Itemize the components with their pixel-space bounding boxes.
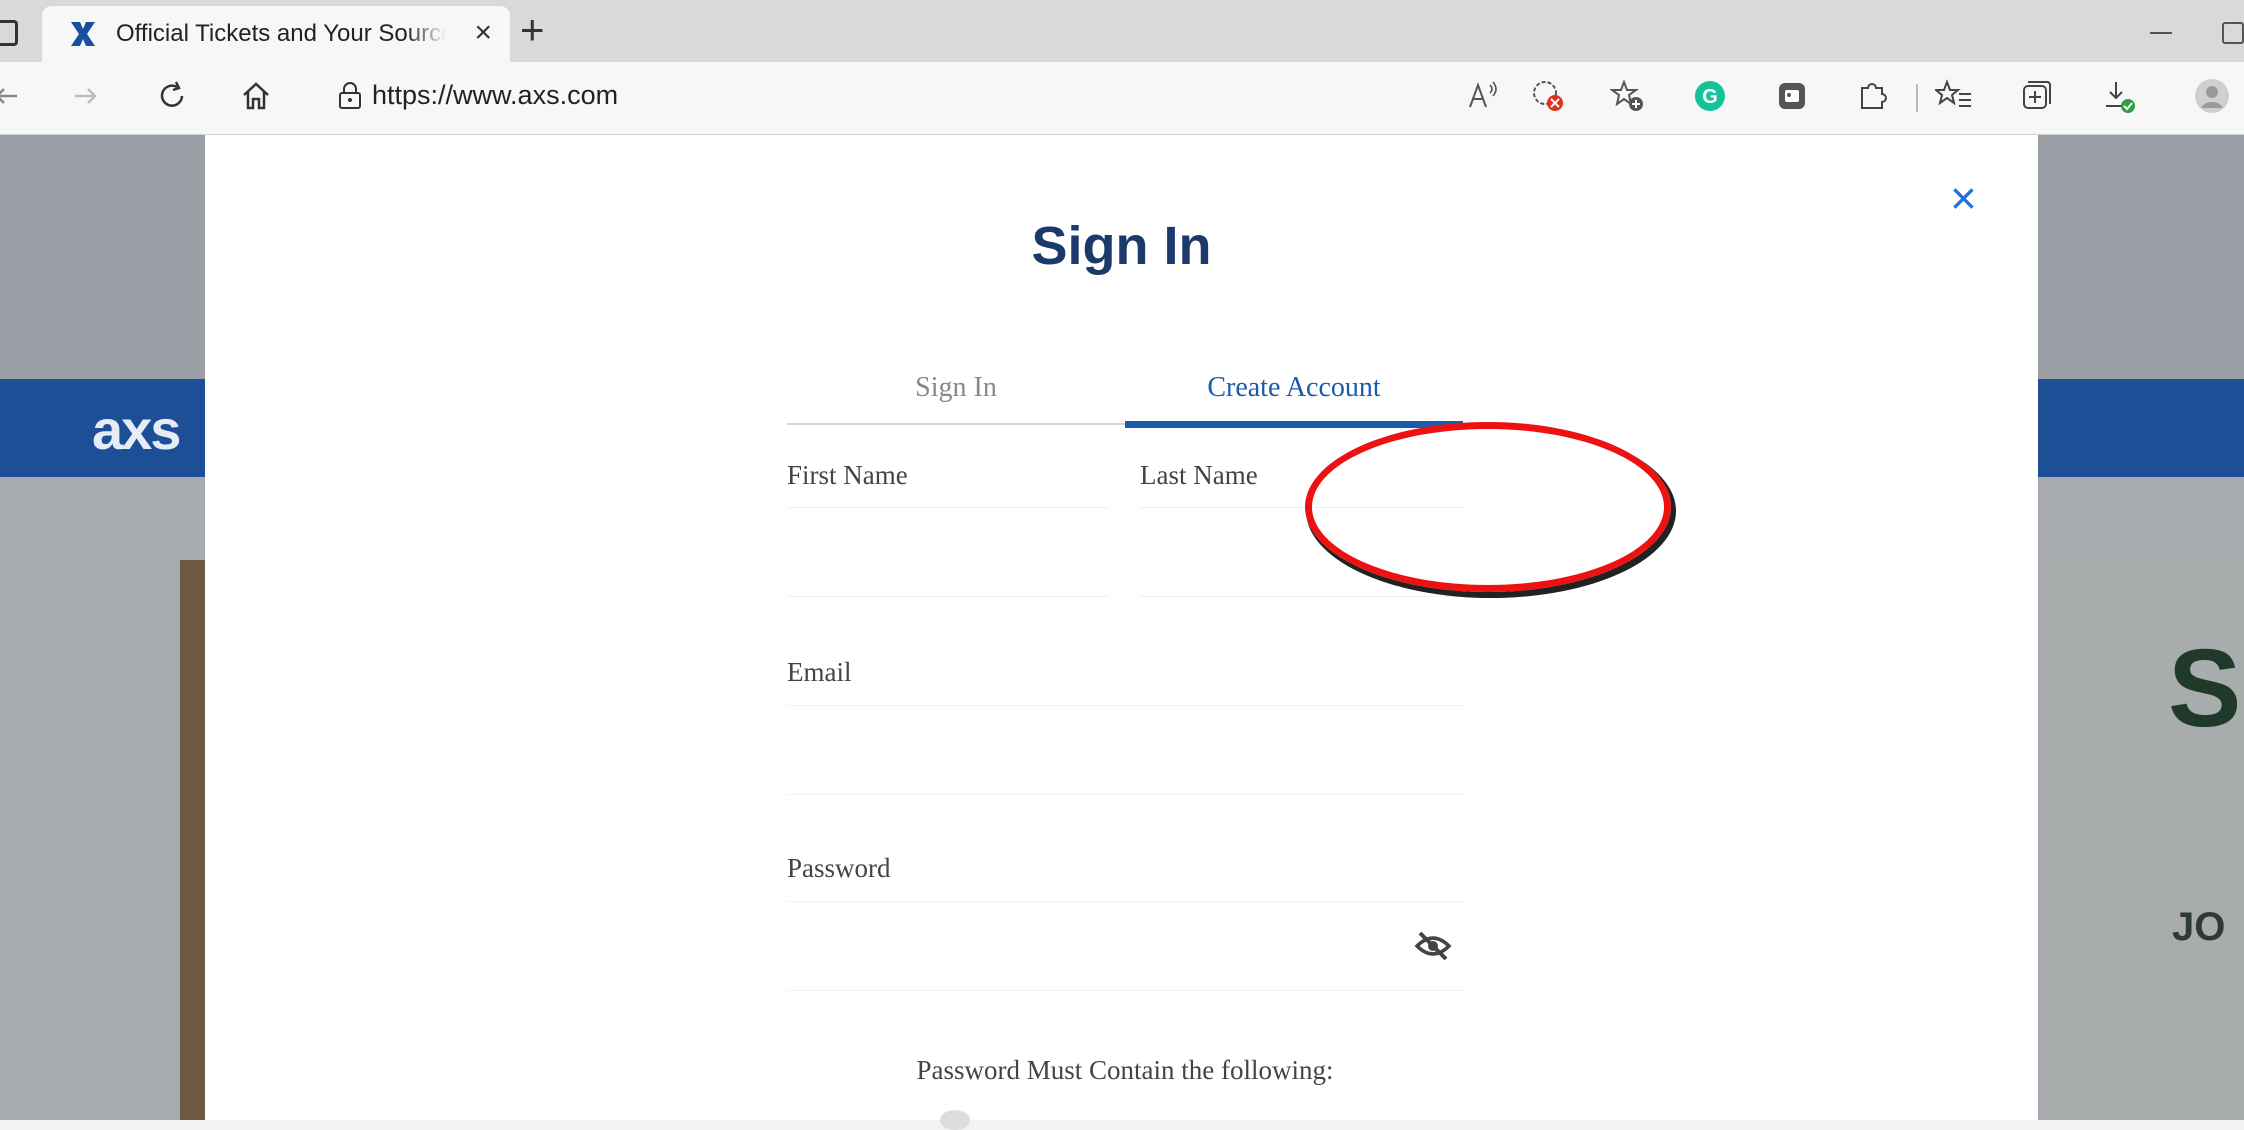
first-name-input[interactable] <box>787 507 1109 597</box>
active-tab-indicator <box>1125 421 1463 428</box>
axs-favicon <box>66 17 100 51</box>
collections-icon[interactable] <box>2016 76 2056 116</box>
sign-in-modal: × Sign In Sign In Create Account First N… <box>205 135 2038 1130</box>
password-input[interactable] <box>787 901 1463 991</box>
cookie-blocked-icon[interactable] <box>1528 76 1568 116</box>
address-bar[interactable]: https://www.axs.com <box>372 80 618 111</box>
tab-sign-in[interactable]: Sign In <box>787 353 1125 423</box>
home-icon[interactable] <box>236 76 276 116</box>
browser-tab-bar: Official Tickets and Your Source f × + <box>0 0 2244 62</box>
add-favorite-icon[interactable] <box>1608 76 1648 116</box>
minimize-icon[interactable] <box>2150 32 2172 34</box>
email-input[interactable] <box>787 705 1463 795</box>
grammarly-icon[interactable]: G <box>1690 76 1730 116</box>
tab-actions-icon[interactable] <box>0 14 18 46</box>
modal-title: Sign In <box>1031 216 1212 276</box>
new-tab-button[interactable]: + <box>520 8 545 52</box>
read-aloud-icon[interactable] <box>1464 76 1504 116</box>
browser-toolbar: https://www.axs.com G <box>0 62 2244 135</box>
last-name-label: Last Name <box>1140 460 1258 490</box>
promo-letter: S <box>2168 627 2242 750</box>
promo-text: JO <box>2172 905 2226 949</box>
password-label: Password <box>787 853 891 883</box>
site-logo: axs <box>92 398 181 461</box>
tab-title: Official Tickets and Your Source f <box>116 20 446 47</box>
forward-arrow-icon[interactable] <box>66 76 106 116</box>
maximize-icon[interactable] <box>2222 22 2244 44</box>
favorites-icon[interactable] <box>1934 76 1974 116</box>
toolbar-divider <box>1916 84 1918 112</box>
lock-icon[interactable] <box>330 76 370 116</box>
browser-tab[interactable]: Official Tickets and Your Source f × <box>42 6 510 62</box>
reload-icon[interactable] <box>152 76 192 116</box>
back-arrow-icon[interactable] <box>0 76 26 116</box>
tab-close-icon[interactable]: × <box>474 18 492 48</box>
first-name-label: First Name <box>787 460 908 490</box>
email-label: Email <box>787 657 852 687</box>
password-requirements-heading: Password Must Contain the following: <box>916 1055 1334 1085</box>
auth-tabs: Sign In Create Account <box>787 353 1463 428</box>
tab-create-account[interactable]: Create Account <box>1125 353 1463 423</box>
downloads-icon[interactable] <box>2100 76 2140 116</box>
password-rule-indicator <box>940 1110 970 1130</box>
profile-icon[interactable] <box>2192 76 2232 116</box>
extension-icon[interactable] <box>1772 76 1812 116</box>
extensions-puzzle-icon[interactable] <box>1852 76 1892 116</box>
svg-text:G: G <box>1702 86 1718 108</box>
eye-slash-icon[interactable] <box>1411 924 1455 968</box>
annotation-highlight-ellipse <box>1305 422 1671 592</box>
